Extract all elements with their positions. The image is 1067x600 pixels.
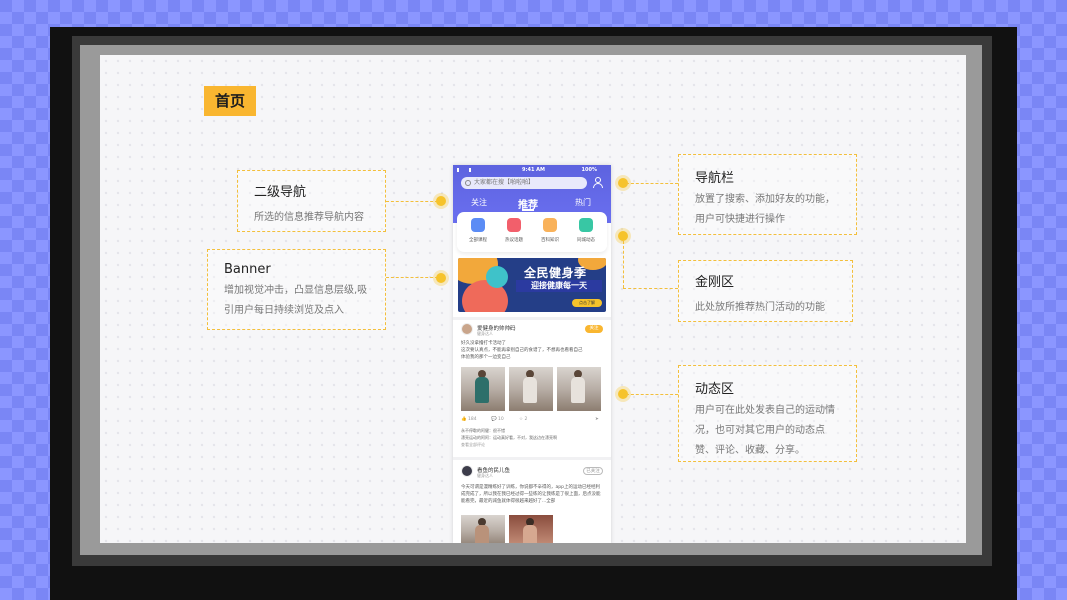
active-tab-indicator: [522, 209, 534, 211]
annotation-kingkong: 金刚区 此处放所推荐热门活动的功能: [678, 260, 853, 322]
post-photo[interactable]: [461, 515, 505, 543]
banner-button[interactable]: 点击了解: [572, 299, 602, 307]
annotation-secondary-nav: 二级导航 所选的信息推荐导航内容: [237, 170, 386, 232]
banner-title: 全民健身季: [524, 266, 587, 280]
annotation-title: Banner: [224, 262, 271, 277]
add-friend-icon[interactable]: [593, 177, 603, 188]
topics-icon: [507, 218, 521, 232]
status-bar: 9:41 AM 100%: [453, 166, 611, 175]
connector-line: [623, 288, 678, 289]
wiki-icon: [543, 218, 557, 232]
avatar[interactable]: [461, 323, 473, 335]
annotation-feed: 动态区 用户可在此处发表自己的运动情况，也可对其它用户的动态点赞、评论、收藏、分…: [678, 365, 857, 462]
annotation-title: 动态区: [695, 382, 735, 397]
kingkong-item-topics[interactable]: 热议话题: [499, 218, 529, 243]
comment-count: 10: [498, 417, 504, 422]
post-author-tag: 健身达人: [477, 331, 493, 336]
feed-post: 看鱼的民儿鱼 健身达人 已关注 今天可谓是漫精练好了训练，你说都不辛得的，app…: [453, 465, 611, 543]
annotation-desc: 此处放所推荐热门活动的功能: [695, 302, 825, 313]
kingkong-label: 同城动态: [577, 238, 595, 243]
location-icon: [579, 218, 593, 232]
tab-hot[interactable]: 热门: [575, 197, 591, 208]
kingkong-item-wiki[interactable]: 百科知识: [535, 218, 565, 243]
tab-follow[interactable]: 关注: [471, 197, 487, 208]
annotation-banner: Banner 增加视觉冲击，凸显信息层级,吸引用户每日持续浏览及点入: [207, 249, 386, 330]
status-time: 9:41 AM: [522, 167, 546, 173]
follow-button[interactable]: 关注: [585, 325, 603, 333]
kingkong-label: 百科知识: [541, 238, 559, 243]
like-count: 184: [468, 417, 477, 422]
canvas: 首页 二级导航 所选的信息推荐导航内容 Banner 增加视觉冲击，凸显信息层级…: [100, 55, 966, 543]
post-photo[interactable]: [461, 367, 505, 411]
annotation-navbar: 导航栏 放置了搜索、添加好友的功能，用户可快捷进行操作: [678, 154, 857, 235]
post-photo[interactable]: [557, 367, 601, 411]
avatar[interactable]: [461, 465, 473, 477]
star-button[interactable]: ☆ 2: [519, 417, 527, 422]
post-author-tag: 健身达人: [477, 473, 493, 478]
divider: [453, 457, 611, 460]
post-photo[interactable]: [509, 367, 553, 411]
comment-button[interactable]: 💬 10: [491, 417, 504, 422]
status-battery: 100%: [581, 167, 597, 173]
feed-post: 爱健身的帅帅码 健身达人 关注 好久没拿撸打卡活动了 这次要认真点，不能再拿别自…: [453, 323, 611, 463]
search-icon: [465, 180, 471, 186]
comment-line: 永不停歇的阿健：很不错: [461, 428, 505, 433]
kingkong-label: 全部课程: [469, 238, 487, 243]
kingkong-item-local[interactable]: 同城动态: [571, 218, 601, 243]
annotation-desc: 用户可在此处发表自己的运动情况，也可对其它用户的动态点赞、评论、收藏、分享。: [695, 405, 835, 456]
share-icon[interactable]: ➤: [595, 417, 599, 422]
view-all-comments-link[interactable]: 查看全部评论: [461, 441, 557, 448]
annotation-desc: 放置了搜索、添加好友的功能，用户可快捷进行操作: [695, 194, 835, 225]
divider: [453, 317, 611, 320]
connector-line: [626, 183, 678, 184]
banner-decoration: [486, 266, 508, 288]
annotation-title: 二级导航: [254, 185, 307, 200]
annotation-title: 导航栏: [695, 171, 735, 186]
annotation-desc: 增加视觉冲击，凸显信息层级,吸引用户每日持续浏览及点入: [224, 285, 368, 316]
kingkong-item-courses[interactable]: 全部课程: [463, 218, 493, 243]
comment-line: 漂亮运动的阿阿：运动真好看，不对，我这边在漂亮啊: [461, 435, 557, 440]
followed-button[interactable]: 已关注: [583, 467, 603, 475]
courses-icon: [471, 218, 485, 232]
connector-dot: [618, 231, 628, 241]
kingkong-area: 全部课程 热议话题 百科知识 同城动态: [457, 212, 607, 252]
kingkong-label: 热议话题: [505, 238, 523, 243]
connector-line: [386, 277, 438, 278]
connector-dot: [436, 273, 446, 283]
banner[interactable]: 全民健身季 迎接健康每一天 点击了解: [458, 258, 606, 312]
connector-line: [626, 394, 678, 395]
connector-dot: [436, 196, 446, 206]
annotation-title: 金刚区: [695, 275, 735, 290]
like-button[interactable]: 👍 184: [461, 417, 477, 422]
search-input[interactable]: 大家都在搜【啪啦啪】: [461, 177, 587, 189]
banner-subtitle: 迎接健康每一天: [516, 280, 602, 292]
phone-mockup: 9:41 AM 100% 大家都在搜【啪啦啪】 关注 推荐 热门 全部课程 热议…: [453, 165, 611, 543]
post-text: 今天可谓是漫精练好了训练，你说都不辛得的，app上的运动已经经利成完成了，所以我…: [461, 485, 601, 504]
search-placeholder: 大家都在搜【啪啦啪】: [474, 179, 535, 186]
post-text: 好久没拿撸打卡活动了 这次要认真点，不能再拿别自己的食谱了，不想再也看看自己 体…: [461, 341, 583, 360]
post-photo[interactable]: [509, 515, 553, 543]
connector-line: [623, 241, 624, 288]
star-count: 2: [524, 417, 528, 422]
signal-icon: [457, 168, 471, 172]
page-tag: 首页: [204, 86, 256, 116]
annotation-desc: 所选的信息推荐导航内容: [254, 212, 364, 223]
connector-line: [386, 201, 438, 202]
post-comments: 永不停歇的阿健：很不错 漂亮运动的阿阿：运动真好看，不对，我这边在漂亮啊 查看全…: [461, 427, 557, 448]
